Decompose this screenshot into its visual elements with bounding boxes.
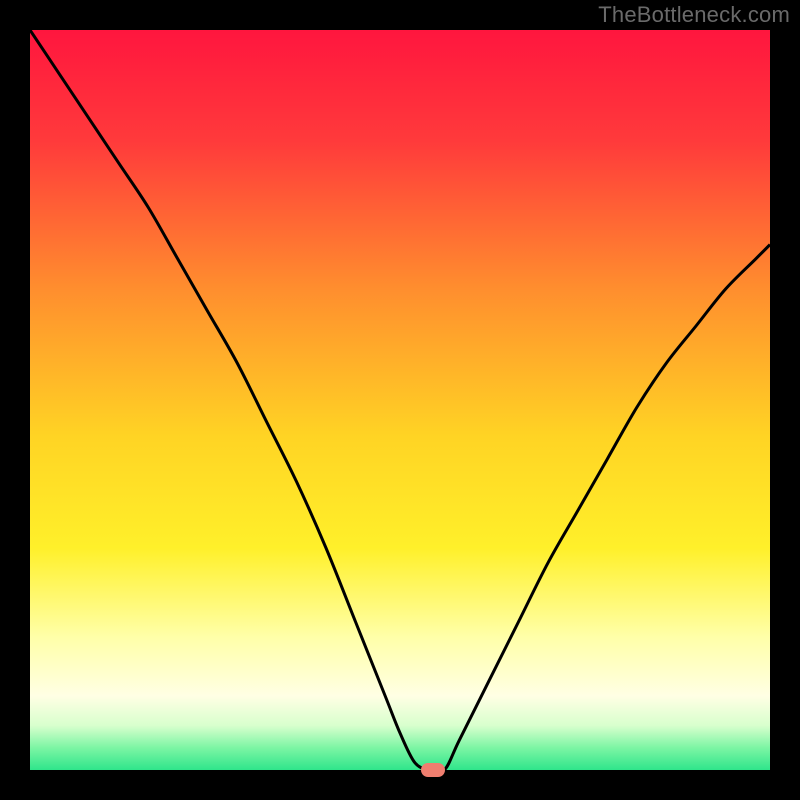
chart-background-gradient (30, 30, 770, 770)
chart-svg (30, 30, 770, 770)
chart-root: TheBottleneck.com (0, 0, 800, 800)
plot-area (30, 30, 770, 770)
watermark-text: TheBottleneck.com (598, 2, 790, 28)
optimal-point-marker (421, 763, 445, 777)
